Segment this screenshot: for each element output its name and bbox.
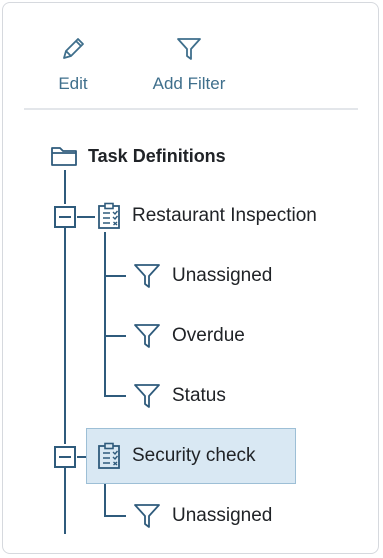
tree-item-security-check[interactable]: Security check <box>96 442 256 470</box>
tree-item-label: Security check <box>132 445 256 466</box>
tree-line <box>104 275 126 277</box>
filter-item-unassigned[interactable]: Unassigned <box>132 261 272 291</box>
filter-icon <box>177 38 201 60</box>
tree-line <box>104 232 106 396</box>
filter-item-label: Status <box>172 385 226 406</box>
filter-icon <box>134 384 160 408</box>
edit-button-label: Edit <box>58 74 88 93</box>
toolbar: Edit Add Filter <box>0 0 383 110</box>
toolbar-divider <box>24 108 358 110</box>
tree-line <box>104 395 126 397</box>
filter-item-label: Overdue <box>172 325 245 346</box>
filter-item-status[interactable]: Status <box>132 381 226 411</box>
filter-icon <box>134 264 160 288</box>
checklist-icon <box>98 442 120 469</box>
filter-icon <box>134 324 160 348</box>
filter-item-unassigned[interactable]: Unassigned <box>132 501 272 531</box>
filter-item-label: Unassigned <box>172 265 273 286</box>
collapse-toggle[interactable] <box>54 446 76 468</box>
tree-item-label: Restaurant Inspection <box>132 205 317 226</box>
tree-root-label: Task Definitions <box>88 145 226 166</box>
add-filter-button[interactable]: Add Filter <box>146 34 232 94</box>
checklist-icon <box>98 202 120 229</box>
edit-button[interactable]: Edit <box>52 34 94 94</box>
pencil-icon <box>63 38 84 59</box>
filter-item-label: Unassigned <box>172 505 273 526</box>
add-filter-button-label: Add Filter <box>152 74 226 93</box>
filter-item-overdue[interactable]: Overdue <box>132 321 245 351</box>
tree-line <box>64 468 66 534</box>
tree-line <box>104 335 126 337</box>
tree-line <box>77 216 95 218</box>
folder-icon <box>51 147 77 166</box>
tree-item-restaurant-inspection[interactable]: Restaurant Inspection <box>96 202 317 230</box>
tree-line <box>64 228 66 444</box>
collapse-toggle[interactable] <box>54 206 76 228</box>
tree-line <box>64 170 66 204</box>
tree-root[interactable]: Task Definitions <box>50 144 226 168</box>
filter-icon <box>134 504 160 528</box>
tree-line <box>104 515 126 517</box>
